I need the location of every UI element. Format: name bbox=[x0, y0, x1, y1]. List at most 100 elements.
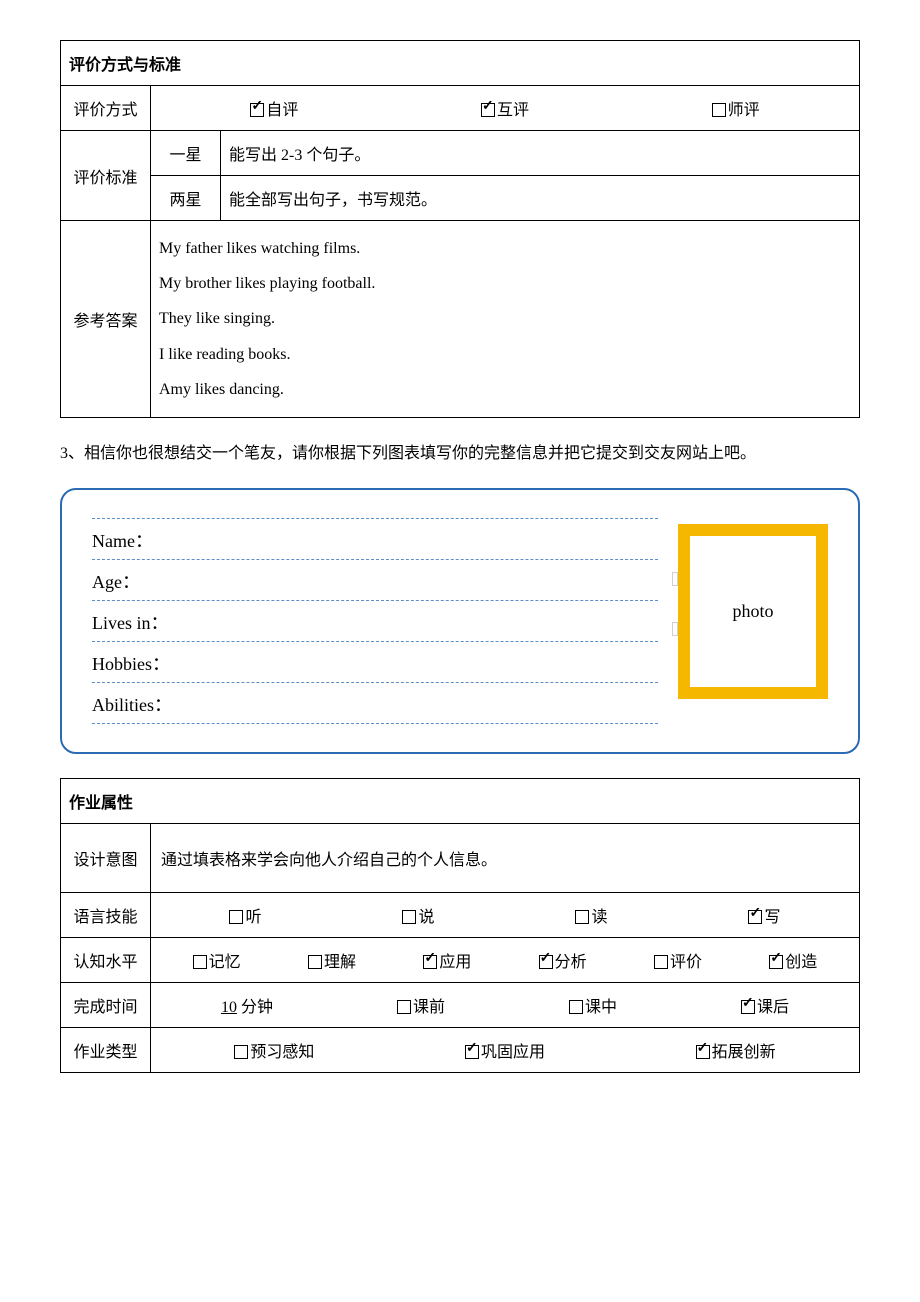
option-label: 创造 bbox=[785, 954, 817, 971]
form-field[interactable]: Name： bbox=[92, 518, 658, 560]
skill-opts: 听说读写 bbox=[159, 903, 851, 927]
attr-header: 作业属性 bbox=[61, 778, 860, 823]
checkbox-option[interactable]: 创造 bbox=[769, 948, 817, 972]
form-field[interactable]: Age： bbox=[92, 560, 658, 601]
checkbox-checked-icon bbox=[423, 955, 437, 969]
intent-text: 通过填表格来学会向他人介绍自己的个人信息。 bbox=[151, 823, 860, 892]
option-label: 听 bbox=[245, 909, 261, 926]
checkbox-checked-icon bbox=[769, 955, 783, 969]
penpal-form-card: Name：Age：Lives in：Hobbies：Abilities： pho… bbox=[60, 488, 860, 754]
evaluation-table: 评价方式与标准 评价方式 自评互评师评 评价标准 一星 能写出 2-3 个句子。… bbox=[60, 40, 860, 418]
checkbox-checked-icon bbox=[741, 1000, 755, 1014]
checkbox-icon bbox=[308, 955, 322, 969]
answer-label: 参考答案 bbox=[61, 221, 151, 418]
checkbox-icon bbox=[402, 910, 416, 924]
photo-box[interactable]: photo bbox=[678, 524, 828, 699]
type-opts: 预习感知 巩固应用 拓展创新 bbox=[159, 1038, 851, 1062]
option-label: 拓展创新 bbox=[712, 1044, 776, 1061]
checkbox-option[interactable]: 课中 bbox=[569, 993, 617, 1017]
checkbox-icon bbox=[569, 1000, 583, 1014]
eval-header: 评价方式与标准 bbox=[61, 41, 860, 86]
checkbox-checked-icon bbox=[696, 1045, 710, 1059]
checkbox-icon bbox=[193, 955, 207, 969]
option-label: 互评 bbox=[497, 102, 529, 119]
option-label: 说 bbox=[418, 909, 434, 926]
option-label: 理解 bbox=[324, 954, 356, 971]
checkbox-option[interactable]: 预习感知 bbox=[234, 1038, 314, 1062]
checkbox-icon bbox=[229, 910, 243, 924]
checkbox-option[interactable]: 自评 bbox=[250, 96, 298, 120]
answer-block: My father likes watching films.My brothe… bbox=[159, 231, 851, 407]
type-cell: 预习感知 巩固应用 拓展创新 bbox=[151, 1027, 860, 1072]
answer-line: Amy likes dancing. bbox=[159, 372, 851, 407]
time-value: 10 bbox=[221, 999, 237, 1016]
checkbox-option[interactable]: 师评 bbox=[712, 96, 760, 120]
option-label: 自评 bbox=[266, 102, 298, 119]
skill-cell: 听说读写 bbox=[151, 892, 860, 937]
answer-cell: My father likes watching films.My brothe… bbox=[151, 221, 860, 418]
option-label: 写 bbox=[764, 909, 780, 926]
checkbox-option[interactable]: 应用 bbox=[423, 948, 471, 972]
checkbox-option[interactable]: 课后 bbox=[741, 993, 789, 1017]
option-label: 巩固应用 bbox=[481, 1044, 545, 1061]
attributes-table: 作业属性 设计意图 通过填表格来学会向他人介绍自己的个人信息。 语言技能 听 说 读… bbox=[60, 778, 860, 1073]
checkbox-option[interactable]: 说 bbox=[402, 903, 434, 927]
eval-mode-group: 自评 互评 师评 bbox=[159, 96, 851, 120]
option-label: 读 bbox=[591, 909, 607, 926]
time-cell: 10 分钟 课前 课中 课后 bbox=[151, 982, 860, 1027]
checkbox-icon bbox=[654, 955, 668, 969]
criteria-label: 评价标准 bbox=[61, 131, 151, 221]
checkbox-checked-icon bbox=[481, 103, 495, 117]
photo-tab-icon bbox=[672, 572, 678, 586]
checkbox-option[interactable]: 巩固应用 bbox=[465, 1038, 545, 1062]
checkbox-icon bbox=[397, 1000, 411, 1014]
checkbox-option[interactable]: 听 bbox=[229, 903, 261, 927]
option-label: 应用 bbox=[439, 954, 471, 971]
checkbox-checked-icon bbox=[539, 955, 553, 969]
checkbox-checked-icon bbox=[465, 1045, 479, 1059]
intent-label: 设计意图 bbox=[61, 823, 151, 892]
option-label: 课中 bbox=[585, 999, 617, 1016]
checkbox-option[interactable]: 理解 bbox=[308, 948, 356, 972]
checkbox-option[interactable]: 读 bbox=[575, 903, 607, 927]
checkbox-option[interactable]: 拓展创新 bbox=[696, 1038, 776, 1062]
criteria-desc: 能写出 2-3 个句子。 bbox=[221, 131, 860, 176]
time-unit: 分钟 bbox=[241, 999, 273, 1016]
form-field[interactable]: Abilities： bbox=[92, 683, 658, 724]
option-label: 课前 bbox=[413, 999, 445, 1016]
eval-mode-options: 自评 互评 师评 bbox=[151, 86, 860, 131]
form-fields-left: Name：Age：Lives in：Hobbies：Abilities： bbox=[92, 518, 678, 724]
answer-line: My brother likes playing football. bbox=[159, 266, 851, 301]
option-label: 分析 bbox=[555, 954, 587, 971]
eval-mode-label: 评价方式 bbox=[61, 86, 151, 131]
time-label: 完成时间 bbox=[61, 982, 151, 1027]
question-3-text: 3、相信你也很想结交一个笔友，请你根据下列图表填写你的完整信息并把它提交到交友网… bbox=[60, 438, 860, 470]
checkbox-option[interactable]: 写 bbox=[748, 903, 780, 927]
checkbox-option[interactable]: 课前 bbox=[397, 993, 445, 1017]
checkbox-icon bbox=[575, 910, 589, 924]
cog-cell: 记忆 理解 应用 分析 评价 创造 bbox=[151, 937, 860, 982]
option-label: 记忆 bbox=[209, 954, 241, 971]
option-label: 预习感知 bbox=[250, 1044, 314, 1061]
option-label: 师评 bbox=[728, 102, 760, 119]
skill-label: 语言技能 bbox=[61, 892, 151, 937]
checkbox-icon bbox=[712, 103, 726, 117]
checkbox-checked-icon bbox=[250, 103, 264, 117]
cog-opts: 记忆 理解 应用 分析 评价 创造 bbox=[159, 948, 851, 972]
criteria-star: 两星 bbox=[151, 176, 221, 221]
time-value-group: 10 分钟 bbox=[221, 993, 273, 1017]
checkbox-option[interactable]: 分析 bbox=[539, 948, 587, 972]
form-field[interactable]: Lives in： bbox=[92, 601, 658, 642]
answer-line: I like reading books. bbox=[159, 337, 851, 372]
checkbox-option[interactable]: 记忆 bbox=[193, 948, 241, 972]
checkbox-checked-icon bbox=[748, 910, 762, 924]
form-field[interactable]: Hobbies： bbox=[92, 642, 658, 683]
answer-line: My father likes watching films. bbox=[159, 231, 851, 266]
checkbox-option[interactable]: 互评 bbox=[481, 96, 529, 120]
photo-label: photo bbox=[732, 601, 773, 622]
option-label: 评价 bbox=[670, 954, 702, 971]
cog-label: 认知水平 bbox=[61, 937, 151, 982]
answer-line: They like singing. bbox=[159, 301, 851, 336]
checkbox-option[interactable]: 评价 bbox=[654, 948, 702, 972]
type-label: 作业类型 bbox=[61, 1027, 151, 1072]
